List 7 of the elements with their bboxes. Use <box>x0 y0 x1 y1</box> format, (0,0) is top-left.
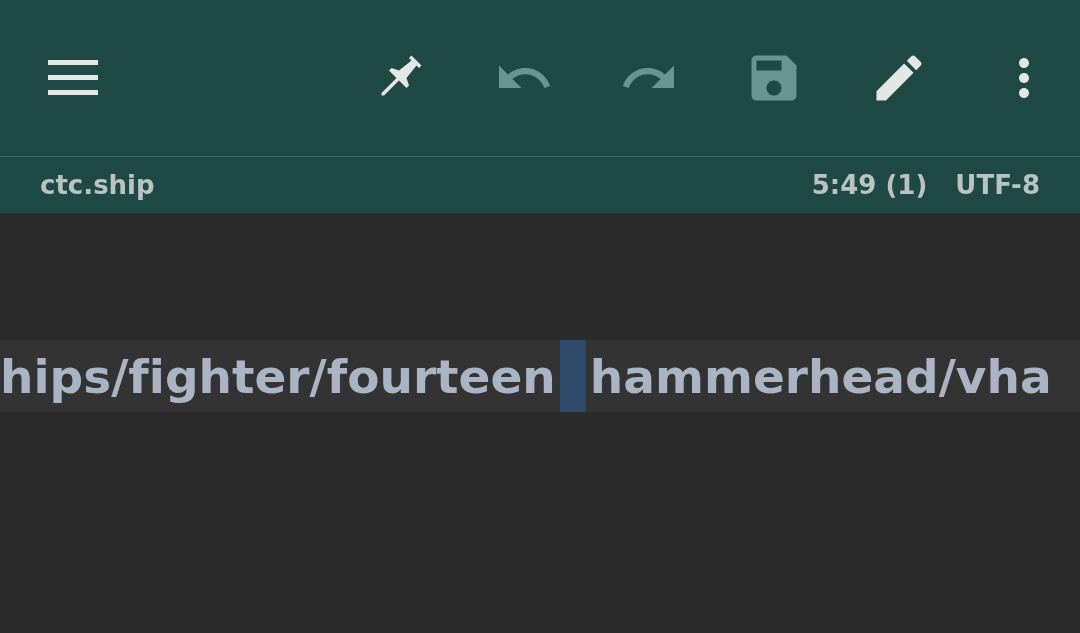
code-text: hammerhead/vha <box>589 348 1052 404</box>
menu-icon[interactable] <box>48 60 98 96</box>
file-name: ctc.ship <box>40 170 155 200</box>
selection-highlight <box>559 340 586 412</box>
cursor-position: 5:49 (1) <box>811 170 928 200</box>
encoding: UTF-8 <box>955 170 1040 200</box>
code-text: hips/fighter/fourteen <box>0 348 556 404</box>
